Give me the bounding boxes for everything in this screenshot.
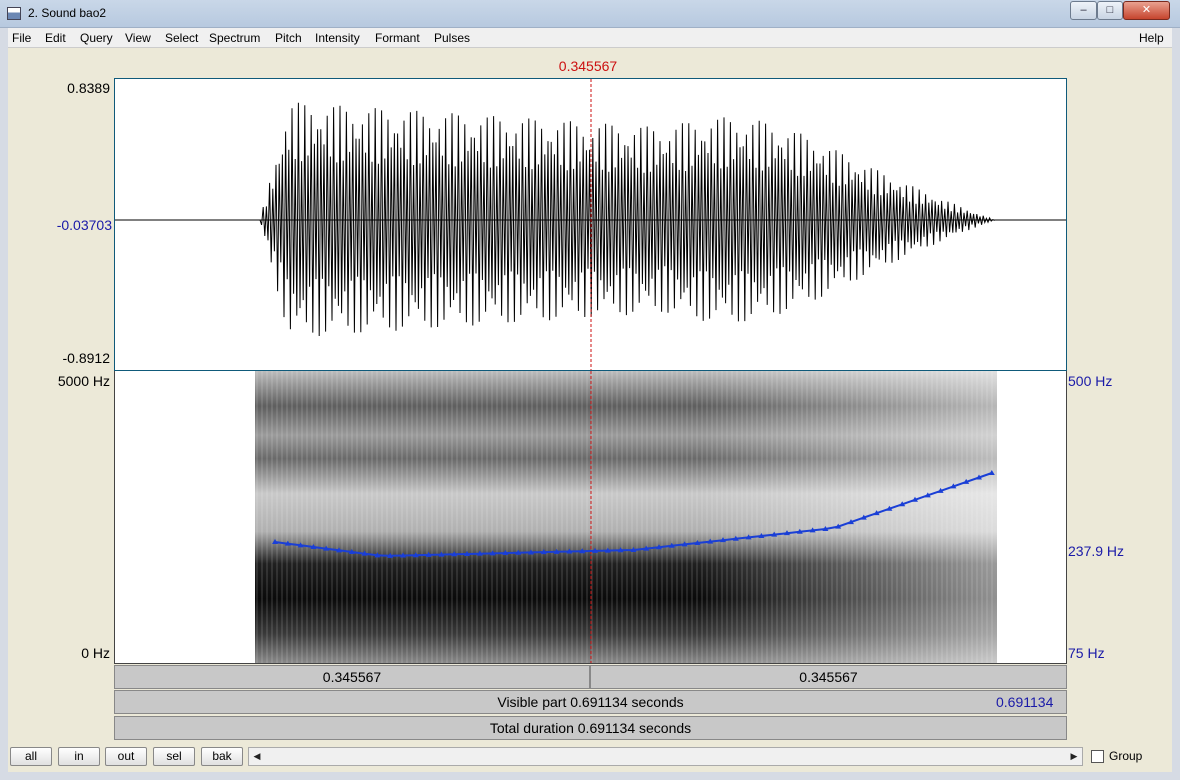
window-title: 2. Sound bao2 [28, 6, 107, 20]
menu-query[interactable]: Query [80, 31, 113, 45]
total-duration-bar[interactable]: Total duration 0.691134 seconds [114, 716, 1067, 740]
visible-part-bar[interactable]: Visible part 0.691134 seconds [114, 690, 1067, 714]
waveform-ymid-label: -0.03703 [56, 217, 112, 233]
menu-formant[interactable]: Formant [375, 31, 420, 45]
zoom-selection-button[interactable]: sel [153, 747, 195, 766]
menu-pulses[interactable]: Pulses [434, 31, 470, 45]
editor-window: File Edit Query View Select Spectrum Pit… [8, 28, 1172, 772]
right-segment-bar[interactable]: 0.345567 [590, 665, 1067, 689]
minimize-button[interactable]: – [1070, 1, 1097, 20]
pitch-max-label: 500 Hz [1068, 373, 1113, 389]
waveform-ymax-label: 0.8389 [67, 80, 110, 96]
group-label: Group [1109, 749, 1143, 763]
pitch-cursor-label: 237.9 Hz [1068, 543, 1125, 559]
menu-view[interactable]: View [125, 31, 151, 45]
app-icon [7, 7, 21, 20]
bottom-toolbar: all in out sel bak ◀ ▶ Group [8, 742, 1172, 772]
close-button[interactable]: ✕ [1123, 1, 1170, 20]
menu-select[interactable]: Select [165, 31, 198, 45]
waveform-svg [115, 79, 1066, 370]
zoom-in-button[interactable]: in [58, 747, 100, 766]
left-segment-bar[interactable]: 0.345567 [114, 665, 590, 689]
visible-end-label: 0.691134 [996, 694, 1054, 710]
menu-file[interactable]: File [12, 31, 31, 45]
sound-editor-panel: 0.345567 0.8389 -0.03703 -0.8912 5000 Hz… [8, 49, 1170, 742]
menu-pitch[interactable]: Pitch [275, 31, 302, 45]
zoom-out-button[interactable]: out [105, 747, 147, 766]
visible-part-label: Visible part 0.691134 seconds [497, 694, 684, 710]
spectrogram-fmin-label: 0 Hz [81, 645, 110, 661]
group-checkbox[interactable] [1091, 750, 1104, 763]
menu-help[interactable]: Help [1139, 31, 1164, 45]
zoom-all-button[interactable]: all [10, 747, 52, 766]
scroll-left-icon[interactable]: ◀ [249, 748, 265, 765]
spectrogram-fmax-label: 5000 Hz [57, 373, 110, 389]
spectrogram-svg [255, 371, 997, 663]
spectrogram-view[interactable] [114, 371, 1067, 664]
menu-bar: File Edit Query View Select Spectrum Pit… [8, 28, 1172, 48]
menu-spectrum[interactable]: Spectrum [209, 31, 260, 45]
pitch-min-label: 75 Hz [1068, 645, 1105, 661]
cursor-time-label: 0.345567 [558, 58, 618, 74]
waveform-view[interactable] [114, 78, 1067, 371]
menu-edit[interactable]: Edit [45, 31, 66, 45]
scroll-right-icon[interactable]: ▶ [1066, 748, 1082, 765]
maximize-button[interactable]: □ [1097, 1, 1123, 20]
time-scrollbar[interactable]: ◀ ▶ [248, 747, 1083, 766]
waveform-ymin-label: -0.8912 [62, 350, 110, 366]
title-bar: 2. Sound bao2 – □ ✕ [0, 0, 1180, 28]
zoom-back-button[interactable]: bak [201, 747, 243, 766]
menu-intensity[interactable]: Intensity [315, 31, 360, 45]
